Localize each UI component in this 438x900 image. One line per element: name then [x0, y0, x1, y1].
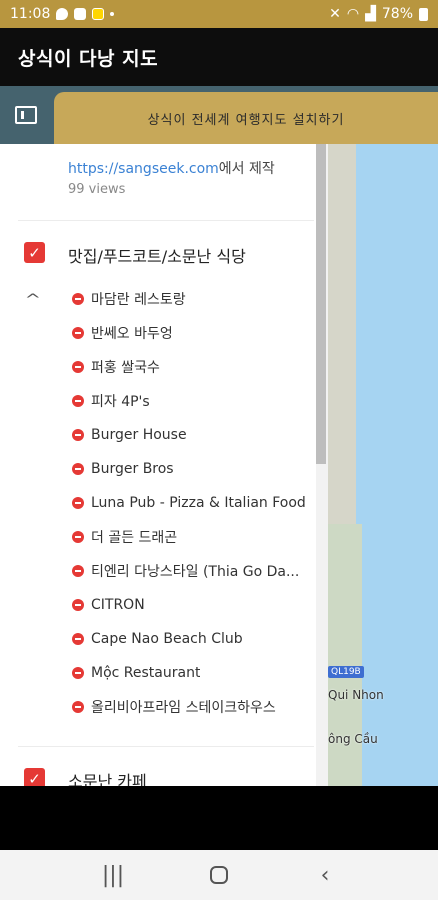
place-item[interactable]: 티엔리 다낭스타일 (Thia Go Da...: [72, 554, 312, 588]
divider: [18, 220, 314, 221]
place-label: 마담란 레스토랑: [91, 292, 186, 308]
place-marker-icon: [72, 701, 84, 713]
status-time: 11:08: [10, 6, 51, 22]
divider: [18, 746, 314, 747]
wifi-icon: ◠: [346, 6, 360, 22]
place-item[interactable]: Burger House: [72, 418, 312, 452]
place-marker-icon: [72, 463, 84, 475]
system-navigation-bar: ||| ‹: [0, 850, 438, 900]
place-item[interactable]: CITRON: [72, 588, 312, 622]
place-label: Burger Bros: [91, 461, 174, 477]
app-title: 상식이 다낭 지도: [18, 47, 159, 70]
place-marker-icon: [72, 667, 84, 679]
place-item[interactable]: 퍼홍 쌀국수: [72, 350, 312, 384]
home-button[interactable]: [199, 855, 239, 895]
place-label: 티엔리 다낭스타일 (Thia Go Da...: [91, 564, 300, 580]
place-label: 퍼홍 쌀국수: [91, 360, 160, 376]
place-marker-icon: [72, 599, 84, 611]
place-item[interactable]: 더 골든 드래곤: [72, 520, 312, 554]
recent-apps-icon: |||: [101, 862, 125, 888]
back-icon: ‹: [320, 862, 330, 888]
checkmark-icon: ✓: [28, 243, 41, 262]
place-list: 마담란 레스토랑 반쎄오 바두엉 퍼홍 쌀국수 피자 4P's Burger H…: [72, 282, 312, 724]
road-shield-label: QL19B: [328, 666, 364, 678]
place-item[interactable]: 마담란 레스토랑: [72, 282, 312, 316]
scrollbar-thumb[interactable]: [316, 144, 326, 464]
place-label: 피자 4P's: [91, 394, 150, 410]
app-notification-icon: [92, 8, 105, 20]
city-label-song-cau: ông Cầu: [328, 732, 378, 746]
install-app-button[interactable]: 상식이 전세계 여행지도 설치하기: [54, 92, 438, 144]
group-title-restaurants[interactable]: 맛집/푸드코트/소문난 식당: [68, 243, 246, 267]
place-item[interactable]: Mộc Restaurant: [72, 656, 312, 690]
place-label: 반쎄오 바두엉: [91, 326, 173, 342]
map-coastline: [328, 524, 362, 786]
place-label: Mộc Restaurant: [91, 665, 201, 681]
place-item[interactable]: 반쎄오 바두엉: [72, 316, 312, 350]
toolbar: 상식이 전세계 여행지도 설치하기: [0, 86, 438, 144]
sidebar-toggle-button[interactable]: [0, 86, 52, 144]
mute-icon: ✕: [329, 6, 341, 22]
view-count: 99 views: [68, 182, 126, 197]
chevron-up-icon[interactable]: ^: [25, 292, 41, 308]
city-label-qui-nhon: Qui Nhon: [328, 688, 384, 702]
install-app-label: 상식이 전세계 여행지도 설치하기: [147, 112, 345, 128]
place-marker-icon: [72, 429, 84, 441]
battery-icon: [419, 7, 428, 21]
chat-notification-icon: [56, 8, 69, 20]
place-marker-icon: [72, 565, 84, 577]
attribution: https://sangseek.com에서 제작: [68, 158, 275, 178]
place-item[interactable]: Cape Nao Beach Club: [72, 622, 312, 656]
place-label: CITRON: [91, 597, 145, 613]
bottom-bar: [0, 786, 438, 850]
place-label: 올리비아프라임 스테이크하우스: [91, 700, 276, 716]
app-bar: 상식이 다낭 지도: [0, 28, 438, 86]
place-marker-icon: [72, 531, 84, 543]
recent-apps-button[interactable]: |||: [93, 855, 133, 895]
place-marker-icon: [72, 361, 84, 373]
status-bar: 11:08 ✕ ◠ ▟ 78%: [0, 0, 438, 28]
group-title-cafes[interactable]: 소문난 카페: [68, 768, 147, 786]
battery-percent: 78%: [381, 6, 413, 22]
attribution-suffix: 에서 제작: [218, 161, 275, 177]
more-notifications-icon: [110, 12, 115, 16]
place-label: 더 골든 드래곤: [91, 530, 178, 546]
place-marker-icon: [72, 497, 84, 509]
place-label: Burger House: [91, 427, 187, 443]
place-item[interactable]: Luna Pub - Pizza & Italian Food: [72, 486, 312, 520]
place-marker-icon: [72, 293, 84, 305]
group-checkbox-restaurants[interactable]: ✓: [24, 242, 45, 263]
place-item[interactable]: Burger Bros: [72, 452, 312, 486]
place-marker-icon: [72, 327, 84, 339]
checkmark-icon: ✓: [28, 769, 41, 787]
place-label: Luna Pub - Pizza & Italian Food: [91, 495, 306, 511]
back-button[interactable]: ‹: [305, 855, 345, 895]
layer-panel: https://sangseek.com에서 제작 99 views ✓ 맛집/…: [0, 144, 328, 786]
message-notification-icon: [74, 8, 87, 20]
sidebar-icon: [15, 106, 37, 124]
place-item[interactable]: 피자 4P's: [72, 384, 312, 418]
home-icon: [210, 866, 228, 884]
place-marker-icon: [72, 395, 84, 407]
place-item[interactable]: 올리비아프라임 스테이크하우스: [72, 690, 312, 724]
map-view[interactable]: QL19B Qui Nhon ông Cầu: [328, 144, 438, 786]
place-marker-icon: [72, 633, 84, 645]
group-checkbox-cafes[interactable]: ✓: [24, 768, 45, 786]
place-label: Cape Nao Beach Club: [91, 631, 243, 647]
signal-icon: ▟: [365, 6, 376, 22]
attribution-link[interactable]: https://sangseek.com: [68, 161, 219, 177]
